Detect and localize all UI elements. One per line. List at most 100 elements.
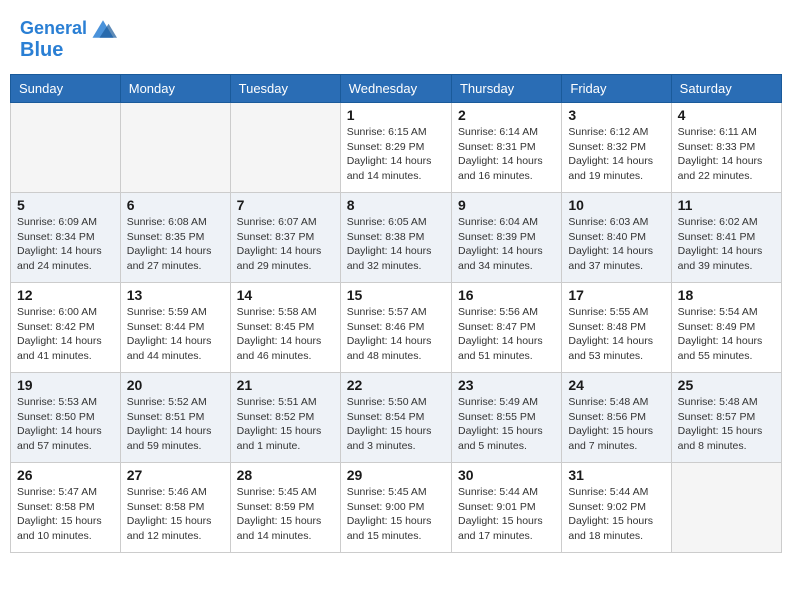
day-info: Sunrise: 5:58 AM Sunset: 8:45 PM Dayligh… [237,305,334,364]
weekday-header-row: SundayMondayTuesdayWednesdayThursdayFrid… [11,75,782,103]
day-number: 12 [17,287,114,303]
weekday-sunday: Sunday [11,75,121,103]
calendar-cell: 29 Sunrise: 5:45 AM Sunset: 9:00 PM Dayli… [340,463,451,553]
week-row-2: 5 Sunrise: 6:09 AM Sunset: 8:34 PM Daylig… [11,193,782,283]
day-number: 16 [458,287,555,303]
day-info: Sunrise: 6:07 AM Sunset: 8:37 PM Dayligh… [237,215,334,274]
weekday-thursday: Thursday [451,75,561,103]
day-number: 13 [127,287,224,303]
day-info: Sunrise: 5:45 AM Sunset: 9:00 PM Dayligh… [347,485,445,544]
day-number: 3 [568,107,664,123]
day-number: 8 [347,197,445,213]
week-row-4: 19 Sunrise: 5:53 AM Sunset: 8:50 PM Dayli… [11,373,782,463]
day-number: 4 [678,107,775,123]
day-info: Sunrise: 5:55 AM Sunset: 8:48 PM Dayligh… [568,305,664,364]
calendar-cell: 1 Sunrise: 6:15 AM Sunset: 8:29 PM Daylig… [340,103,451,193]
calendar-cell [230,103,340,193]
calendar-cell: 26 Sunrise: 5:47 AM Sunset: 8:58 PM Dayli… [11,463,121,553]
calendar-cell: 12 Sunrise: 6:00 AM Sunset: 8:42 PM Dayli… [11,283,121,373]
calendar-cell: 27 Sunrise: 5:46 AM Sunset: 8:58 PM Dayli… [120,463,230,553]
day-number: 14 [237,287,334,303]
day-number: 5 [17,197,114,213]
day-number: 25 [678,377,775,393]
calendar-cell: 16Sunrise: 5:56 AM Sunset: 8:47 PM Dayli… [451,283,561,373]
calendar-cell: 22Sunrise: 5:50 AM Sunset: 8:54 PM Dayli… [340,373,451,463]
day-info: Sunrise: 5:47 AM Sunset: 8:58 PM Dayligh… [17,485,114,544]
day-info: Sunrise: 5:48 AM Sunset: 8:57 PM Dayligh… [678,395,775,454]
day-number: 30 [458,467,555,483]
week-row-3: 12 Sunrise: 6:00 AM Sunset: 8:42 PM Dayli… [11,283,782,373]
calendar-cell: 13Sunrise: 5:59 AM Sunset: 8:44 PM Dayli… [120,283,230,373]
calendar-cell: 28Sunrise: 5:45 AM Sunset: 8:59 PM Dayli… [230,463,340,553]
day-number: 29 [347,467,445,483]
day-info: Sunrise: 6:02 AM Sunset: 8:41 PM Dayligh… [678,215,775,274]
day-number: 6 [127,197,224,213]
day-info: Sunrise: 6:11 AM Sunset: 8:33 PM Dayligh… [678,125,775,184]
calendar-cell: 15 Sunrise: 5:57 AM Sunset: 8:46 PM Dayli… [340,283,451,373]
day-info: Sunrise: 5:54 AM Sunset: 8:49 PM Dayligh… [678,305,775,364]
day-info: Sunrise: 6:03 AM Sunset: 8:40 PM Dayligh… [568,215,664,274]
logo-icon [89,15,117,43]
calendar-cell: 3 Sunrise: 6:12 AM Sunset: 8:32 PM Daylig… [562,103,671,193]
day-info: Sunrise: 5:48 AM Sunset: 8:56 PM Dayligh… [568,395,664,454]
day-info: Sunrise: 5:53 AM Sunset: 8:50 PM Dayligh… [17,395,114,454]
day-number: 7 [237,197,334,213]
calendar-cell: 11 Sunrise: 6:02 AM Sunset: 8:41 PM Dayli… [671,193,781,283]
week-row-1: 1 Sunrise: 6:15 AM Sunset: 8:29 PM Daylig… [11,103,782,193]
day-info: Sunrise: 5:50 AM Sunset: 8:54 PM Dayligh… [347,395,445,454]
day-number: 10 [568,197,664,213]
calendar-cell: 21Sunrise: 5:51 AM Sunset: 8:52 PM Dayli… [230,373,340,463]
day-info: Sunrise: 5:45 AM Sunset: 8:59 PM Dayligh… [237,485,334,544]
day-number: 17 [568,287,664,303]
day-info: Sunrise: 6:00 AM Sunset: 8:42 PM Dayligh… [17,305,114,364]
day-number: 1 [347,107,445,123]
calendar-table: SundayMondayTuesdayWednesdayThursdayFrid… [10,74,782,553]
calendar-cell [120,103,230,193]
week-row-5: 26 Sunrise: 5:47 AM Sunset: 8:58 PM Dayli… [11,463,782,553]
calendar-body: 1 Sunrise: 6:15 AM Sunset: 8:29 PM Daylig… [11,103,782,553]
logo: General Blue [20,15,117,61]
day-info: Sunrise: 6:05 AM Sunset: 8:38 PM Dayligh… [347,215,445,274]
calendar-cell: 18 Sunrise: 5:54 AM Sunset: 8:49 PM Dayli… [671,283,781,373]
calendar-cell: 24 Sunrise: 5:48 AM Sunset: 8:56 PM Dayli… [562,373,671,463]
weekday-tuesday: Tuesday [230,75,340,103]
calendar-cell: 8 Sunrise: 6:05 AM Sunset: 8:38 PM Daylig… [340,193,451,283]
calendar-cell: 10 Sunrise: 6:03 AM Sunset: 8:40 PM Dayli… [562,193,671,283]
day-info: Sunrise: 6:04 AM Sunset: 8:39 PM Dayligh… [458,215,555,274]
day-number: 18 [678,287,775,303]
calendar-cell: 23Sunrise: 5:49 AM Sunset: 8:55 PM Dayli… [451,373,561,463]
calendar-cell [671,463,781,553]
day-info: Sunrise: 6:12 AM Sunset: 8:32 PM Dayligh… [568,125,664,184]
calendar-cell: 6Sunrise: 6:08 AM Sunset: 8:35 PM Daylig… [120,193,230,283]
day-info: Sunrise: 5:57 AM Sunset: 8:46 PM Dayligh… [347,305,445,364]
day-number: 2 [458,107,555,123]
day-number: 11 [678,197,775,213]
day-info: Sunrise: 5:46 AM Sunset: 8:58 PM Dayligh… [127,485,224,544]
calendar-cell: 20Sunrise: 5:52 AM Sunset: 8:51 PM Dayli… [120,373,230,463]
day-info: Sunrise: 5:44 AM Sunset: 9:02 PM Dayligh… [568,485,664,544]
day-info: Sunrise: 6:09 AM Sunset: 8:34 PM Dayligh… [17,215,114,274]
weekday-monday: Monday [120,75,230,103]
day-info: Sunrise: 5:44 AM Sunset: 9:01 PM Dayligh… [458,485,555,544]
weekday-saturday: Saturday [671,75,781,103]
day-info: Sunrise: 6:14 AM Sunset: 8:31 PM Dayligh… [458,125,555,184]
day-number: 15 [347,287,445,303]
day-info: Sunrise: 5:52 AM Sunset: 8:51 PM Dayligh… [127,395,224,454]
day-number: 24 [568,377,664,393]
day-info: Sunrise: 6:15 AM Sunset: 8:29 PM Dayligh… [347,125,445,184]
day-number: 27 [127,467,224,483]
calendar-cell: 9 Sunrise: 6:04 AM Sunset: 8:39 PM Daylig… [451,193,561,283]
weekday-friday: Friday [562,75,671,103]
calendar-cell: 31 Sunrise: 5:44 AM Sunset: 9:02 PM Dayli… [562,463,671,553]
day-number: 19 [17,377,114,393]
day-number: 31 [568,467,664,483]
calendar-cell: 25 Sunrise: 5:48 AM Sunset: 8:57 PM Dayli… [671,373,781,463]
calendar-cell [11,103,121,193]
day-number: 26 [17,467,114,483]
calendar-cell: 14 Sunrise: 5:58 AM Sunset: 8:45 PM Dayli… [230,283,340,373]
calendar-cell: 30 Sunrise: 5:44 AM Sunset: 9:01 PM Dayli… [451,463,561,553]
day-info: Sunrise: 5:49 AM Sunset: 8:55 PM Dayligh… [458,395,555,454]
calendar-cell: 2 Sunrise: 6:14 AM Sunset: 8:31 PM Daylig… [451,103,561,193]
day-number: 21 [237,377,334,393]
day-number: 9 [458,197,555,213]
